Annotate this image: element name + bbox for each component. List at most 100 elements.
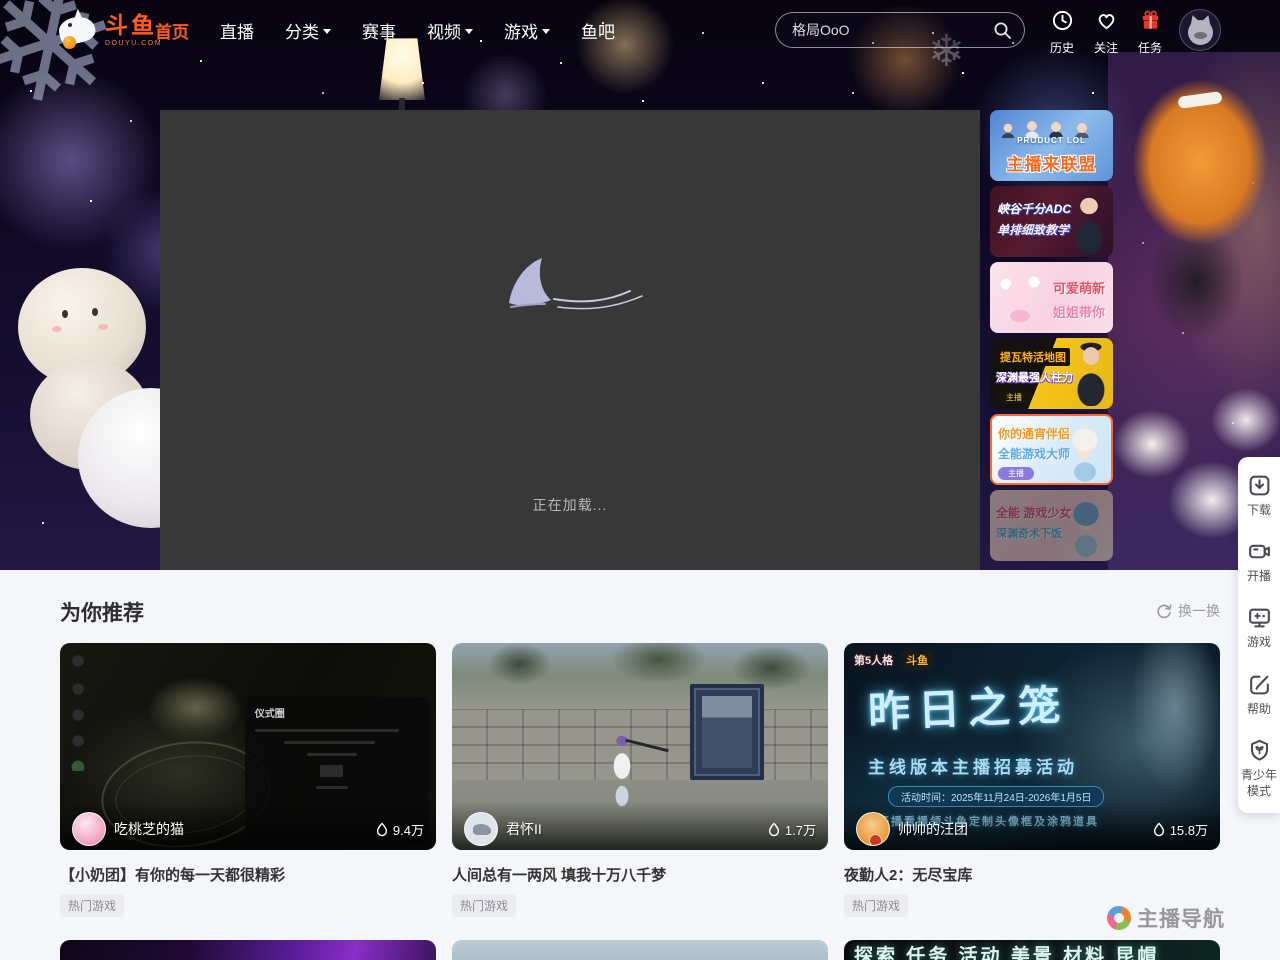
hero-wallpaper: ❄ ❄ 斗鱼 DOUYU.COM 首页 [0,0,1280,570]
camera-icon [1247,539,1272,564]
anchor-nav-icon [1107,906,1131,930]
thumbnail-footer: 君怀II 1.7万 [452,802,828,850]
banner-people-decor [990,116,1113,138]
side-banner-lol-alliance[interactable]: PRODUCT LOL 主播来联盟 [990,110,1113,181]
section-title: 为你推荐 [60,597,144,627]
nav-item-video[interactable]: 视频 [427,18,473,43]
doll-eye-decor [92,308,98,316]
side-banner-night-companion[interactable]: 你的通宵伴侣 全能游戏大师 主播 [990,414,1113,485]
doll-eye-decor [62,310,68,318]
floating-toolbar: 下载 开播 游戏 帮助 [1238,457,1280,813]
stream-thumbnail[interactable]: 君怀II 1.7万 [452,643,828,850]
nav-item-categories[interactable]: 分类 [285,18,331,43]
doll-cheek-decor [52,326,62,332]
go-live-button[interactable]: 开播 [1239,539,1279,584]
shield-sprout-icon [1247,738,1272,763]
stream-thumbnail[interactable] [60,940,436,960]
event-subline: 主线版本主播招募活动 [868,753,1078,778]
stream-thumbnail[interactable] [452,940,828,960]
viewer-count: 1.7万 [767,820,816,839]
loading-text: 正在加载... [160,495,980,515]
chevron-down-icon [542,29,550,34]
thumbnail-badges: 第5人格 斗鱼 [854,651,933,669]
teen-mode-button[interactable]: 青少年模式 [1239,738,1279,799]
side-banner-cute-newbie[interactable]: 可爱萌新 姐姐带你 [990,262,1113,333]
gift-icon [1139,9,1162,32]
banner-host-badge: 主播 [998,467,1034,480]
help-button[interactable]: 帮助 [1239,672,1279,717]
logo-text: 斗鱼 DOUYU.COM [105,14,162,47]
card-row: 仪式圈 吃桃芝的猫 9.4万 [60,643,1220,917]
card-row-partial: 探索 任务 活动 美景 材料 昆帽 [60,940,1220,960]
event-headline: 昨日之笼 [867,672,1069,740]
thumbnail-footer: 帅帅的汪团 15.8万 [844,802,1220,850]
thumbnail-text: 探索 任务 活动 美景 材料 昆帽 [854,941,1159,960]
streamer-name[interactable]: 吃桃芝的猫 [114,819,375,839]
stream-title[interactable]: 夜勤人2：无尽宝库 [844,864,1220,885]
logo-sub-text: DOUYU.COM [105,40,162,47]
recommend-section: 为你推荐 换一换 仪式圈 [0,570,1280,960]
douyu-brand-chip: 斗鱼 [901,651,933,669]
side-banner-game-girl[interactable]: 全能 游戏少女 深渊奇术下饭 [990,490,1113,561]
edit-icon [1247,672,1272,697]
chevron-down-icon [323,29,331,34]
banner-host-badge: 主播 [996,391,1032,404]
stream-card: 仪式圈 吃桃芝的猫 9.4万 [60,643,436,917]
search-box[interactable] [775,12,1025,48]
user-avatar[interactable] [1179,9,1221,51]
banner-person-decor [1069,342,1111,406]
streamer-name[interactable]: 君怀II [506,819,767,839]
anchor-nav-text: 主播导航 [1137,903,1225,933]
streamer-avatar[interactable] [464,812,498,846]
category-tag[interactable]: 热门游戏 [60,894,124,917]
follow-button[interactable]: 关注 [1084,9,1128,56]
viewer-count: 15.8万 [1152,820,1208,839]
search-icon[interactable] [993,21,1012,40]
top-navbar: 斗鱼 DOUYU.COM 首页 直播 分类 赛事 视频 游戏 鱼吧 [0,0,1280,60]
side-banner-teyvat-map[interactable]: 提瓦特活地图 深渊最强人柱力 主播 [990,338,1113,409]
category-tag[interactable]: 热门游戏 [844,894,908,917]
shark-fin-loader-icon [495,253,645,324]
clock-icon [1051,9,1074,32]
nav-item-esports[interactable]: 赛事 [362,18,396,43]
tasks-button[interactable]: 任务 [1128,9,1172,56]
side-banner-list: PRODUCT LOL 主播来联盟 峡谷千分ADC 单排细致教学 可爱萌新 姐姐… [990,110,1113,566]
stream-thumbnail[interactable]: 第5人格 斗鱼 昨日之笼 主线版本主播招募活动 活动时间：2025年11月24日… [844,643,1220,850]
game-monitor-icon [1247,605,1272,630]
download-icon [1247,473,1272,498]
nav-item-live[interactable]: 直播 [220,18,254,43]
viewer-count: 9.4万 [375,820,424,839]
bulletin-board-decor [690,684,764,780]
side-banner-adc-teaching[interactable]: 峡谷千分ADC 单排细致教学 [990,186,1113,257]
avatar-cat-face [1194,32,1207,39]
stream-title[interactable]: 人间总有一两风 填我十万八千梦 [452,864,828,885]
history-button[interactable]: 历史 [1040,9,1084,56]
download-button[interactable]: 下载 [1239,473,1279,518]
nav-actions: 历史 关注 任务 [1040,9,1172,56]
streamer-avatar[interactable] [72,812,106,846]
game-hud-decor [67,651,89,771]
stream-card: 第5人格 斗鱼 昨日之笼 主线版本主播招募活动 活动时间：2025年11月24日… [844,643,1220,917]
stream-thumbnail[interactable]: 探索 任务 活动 美景 材料 昆帽 [844,940,1220,960]
search-input[interactable] [792,22,993,38]
refresh-icon [1156,603,1172,619]
logo-brand-text: 斗鱼 [105,14,162,37]
douyu-logo[interactable]: 斗鱼 DOUYU.COM [56,8,162,52]
nav-item-games[interactable]: 游戏 [504,18,550,43]
nav-item-fishbar[interactable]: 鱼吧 [581,18,615,43]
main-nav: 首页 直播 分类 赛事 视频 游戏 鱼吧 [155,0,615,60]
stream-thumbnail[interactable]: 仪式圈 吃桃芝的猫 9.4万 [60,643,436,850]
streamer-avatar[interactable] [856,812,890,846]
heat-icon [1152,822,1166,837]
streamer-name[interactable]: 帅帅的汪团 [898,819,1152,839]
nav-item-home[interactable]: 首页 [155,18,189,43]
game-logo-text: 第5人格 [854,652,893,668]
heat-icon [767,822,781,837]
game-center-button[interactable]: 游戏 [1239,605,1279,650]
chevron-down-icon [465,29,473,34]
refresh-button[interactable]: 换一换 [1156,601,1220,621]
stream-title[interactable]: 【小奶团】有你的每一天都很精彩 [60,864,436,885]
thumbnail-footer: 吃桃芝的猫 9.4万 [60,802,436,850]
live-player: 正在加载... [160,110,980,570]
category-tag[interactable]: 热门游戏 [452,894,516,917]
